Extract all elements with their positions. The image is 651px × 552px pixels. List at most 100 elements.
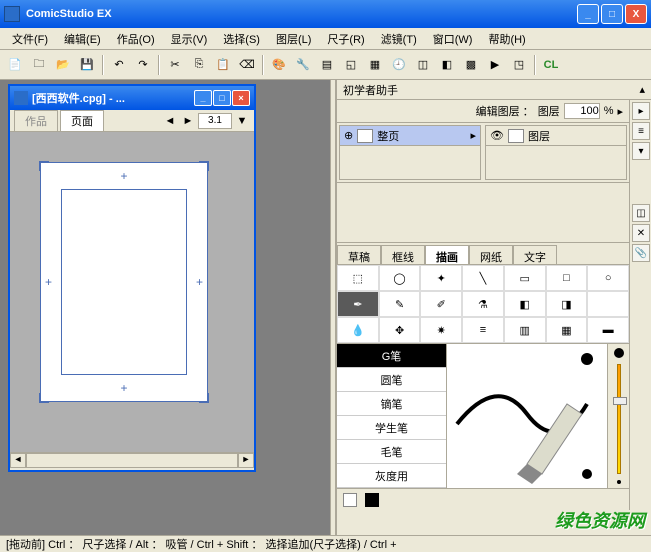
color-icon[interactable]: ◧ bbox=[436, 54, 458, 76]
doc-maximize-button[interactable]: □ bbox=[213, 90, 231, 106]
tool-icon[interactable]: 🔧 bbox=[292, 54, 314, 76]
opacity-dropdown-icon[interactable]: ▸ bbox=[617, 105, 623, 118]
side-new-icon[interactable]: ◫ bbox=[632, 204, 650, 222]
tab-tone[interactable]: 网纸 bbox=[469, 245, 513, 264]
cut-icon[interactable]: ✂ bbox=[164, 54, 186, 76]
tab-text[interactable]: 文字 bbox=[513, 245, 557, 264]
marquee-tool-icon[interactable]: ⬚ bbox=[337, 265, 379, 291]
minimize-button[interactable]: _ bbox=[577, 4, 599, 24]
scroll-right-icon[interactable]: ► bbox=[238, 453, 254, 468]
lasso-tool-icon[interactable]: ◯ bbox=[379, 265, 421, 291]
props-icon[interactable]: ◳ bbox=[508, 54, 530, 76]
layers-icon[interactable]: ▤ bbox=[316, 54, 338, 76]
nav-icon[interactable]: ◱ bbox=[340, 54, 362, 76]
tab-work[interactable]: 作品 bbox=[14, 110, 58, 131]
page-layer-panel[interactable]: ⊕ 整页 ▸ bbox=[339, 125, 481, 180]
menu-file[interactable]: 文件(F) bbox=[4, 29, 56, 49]
menu-select[interactable]: 选择(S) bbox=[215, 29, 268, 49]
side-clip-icon[interactable]: 📎 bbox=[632, 244, 650, 262]
redo-icon[interactable]: ↷ bbox=[132, 54, 154, 76]
zoom-dropdown-icon[interactable]: ▼ bbox=[234, 113, 250, 129]
rect-tool-icon[interactable]: □ bbox=[546, 265, 588, 291]
document-titlebar[interactable]: [西西软件.cpg] - ... _ □ × bbox=[10, 86, 254, 110]
menu-view[interactable]: 显示(V) bbox=[163, 29, 216, 49]
side-collapse-icon[interactable]: ▾ bbox=[632, 142, 650, 160]
pattern-tool-icon[interactable]: ▦ bbox=[546, 317, 588, 343]
scroll-left-icon[interactable]: ◄ bbox=[10, 453, 26, 468]
side-menu-icon[interactable]: ≡ bbox=[632, 122, 650, 140]
eye-icon[interactable]: 👁 bbox=[490, 129, 504, 142]
canvas[interactable]: + + + + bbox=[10, 132, 254, 452]
tab-frame[interactable]: 框线 bbox=[381, 245, 425, 264]
eyedropper-tool-icon[interactable]: 💧 bbox=[337, 317, 379, 343]
size-slider[interactable] bbox=[617, 364, 621, 474]
menu-help[interactable]: 帮助(H) bbox=[480, 29, 533, 49]
eraser-tool-icon[interactable]: ◧ bbox=[504, 291, 546, 317]
doc-scrollbar[interactable]: ◄ ► bbox=[10, 452, 254, 468]
ellipse-tool-icon[interactable]: ○ bbox=[587, 265, 629, 291]
scrollbar-track[interactable] bbox=[26, 453, 238, 468]
help-icon[interactable]: CL bbox=[540, 54, 562, 76]
open-icon[interactable]: 📂 bbox=[52, 54, 74, 76]
gradient-tool-icon[interactable]: ▥ bbox=[504, 317, 546, 343]
tone-palette-icon[interactable]: ▩ bbox=[460, 54, 482, 76]
side-expand-icon[interactable]: ▸ bbox=[632, 102, 650, 120]
tab-page[interactable]: 页面 bbox=[60, 110, 104, 131]
swatch-icon[interactable] bbox=[343, 493, 357, 507]
layer-list-panel[interactable]: 👁 图层 bbox=[485, 125, 627, 180]
pen-g[interactable]: G笔 bbox=[337, 344, 446, 368]
panel-next-icon[interactable]: ▸ bbox=[470, 129, 476, 142]
maximize-button[interactable]: □ bbox=[601, 4, 623, 24]
color-chip-icon[interactable] bbox=[365, 493, 379, 507]
menu-work[interactable]: 作品(O) bbox=[109, 29, 163, 49]
pen-tool-icon[interactable]: ✒ bbox=[337, 291, 379, 317]
menu-window[interactable]: 窗口(W) bbox=[425, 29, 481, 49]
copy-icon[interactable]: ⎘ bbox=[188, 54, 210, 76]
blank-tool-icon[interactable] bbox=[587, 291, 629, 317]
doc-close-button[interactable]: × bbox=[232, 90, 250, 106]
menu-edit[interactable]: 编辑(E) bbox=[56, 29, 109, 49]
burst-tool-icon[interactable]: ✷ bbox=[420, 317, 462, 343]
tab-draft[interactable]: 草稿 bbox=[337, 245, 381, 264]
paste-icon[interactable]: 📋 bbox=[212, 54, 234, 76]
wand-tool-icon[interactable]: ✦ bbox=[420, 265, 462, 291]
pen-brush[interactable]: 毛笔 bbox=[337, 440, 446, 464]
slider-thumb[interactable] bbox=[613, 397, 627, 405]
fill-tool-icon[interactable]: ▬ bbox=[587, 317, 629, 343]
action-icon[interactable]: ▶ bbox=[484, 54, 506, 76]
materials-icon[interactable]: ◫ bbox=[412, 54, 434, 76]
zoom-input[interactable] bbox=[198, 113, 232, 129]
new-file-icon[interactable]: 📄 bbox=[4, 54, 26, 76]
prev-page-icon[interactable]: ◄ bbox=[162, 113, 178, 129]
move-tool-icon[interactable]: ✥ bbox=[379, 317, 421, 343]
collapse-icon[interactable]: ▴ bbox=[639, 83, 645, 96]
menu-layer[interactable]: 图层(L) bbox=[268, 29, 319, 49]
delete-icon[interactable]: ⌫ bbox=[236, 54, 258, 76]
eraser2-tool-icon[interactable]: ◨ bbox=[546, 291, 588, 317]
side-delete-icon[interactable]: ✕ bbox=[632, 224, 650, 242]
save-icon[interactable]: 💾 bbox=[76, 54, 98, 76]
pen-gray[interactable]: 灰度用 bbox=[337, 464, 446, 488]
shape-tool-icon[interactable]: ▭ bbox=[504, 265, 546, 291]
menu-ruler[interactable]: 尺子(R) bbox=[319, 29, 372, 49]
pen-round[interactable]: 圆笔 bbox=[337, 368, 446, 392]
menu-filter[interactable]: 滤镜(T) bbox=[373, 29, 425, 49]
pencil-tool-icon[interactable]: ✎ bbox=[379, 291, 421, 317]
airbrush-tool-icon[interactable]: ⚗ bbox=[462, 291, 504, 317]
opacity-input[interactable] bbox=[564, 103, 600, 119]
marker-tool-icon[interactable]: ✐ bbox=[420, 291, 462, 317]
pen-kabura[interactable]: 镝笔 bbox=[337, 392, 446, 416]
close-button[interactable]: X bbox=[625, 4, 647, 24]
pen-school[interactable]: 学生笔 bbox=[337, 416, 446, 440]
doc-minimize-button[interactable]: _ bbox=[194, 90, 212, 106]
history-icon[interactable]: 🕘 bbox=[388, 54, 410, 76]
undo-icon[interactable]: ↶ bbox=[108, 54, 130, 76]
next-page-icon[interactable]: ► bbox=[180, 113, 196, 129]
new-folder-icon[interactable]: 🗀 bbox=[28, 54, 50, 76]
palette-icon[interactable]: 🎨 bbox=[268, 54, 290, 76]
lines-tool-icon[interactable]: ≡ bbox=[462, 317, 504, 343]
tone-icon[interactable]: ▦ bbox=[364, 54, 386, 76]
line-tool-icon[interactable]: ╲ bbox=[462, 265, 504, 291]
percent-label: % bbox=[604, 105, 614, 117]
tab-draw[interactable]: 描画 bbox=[425, 245, 469, 264]
